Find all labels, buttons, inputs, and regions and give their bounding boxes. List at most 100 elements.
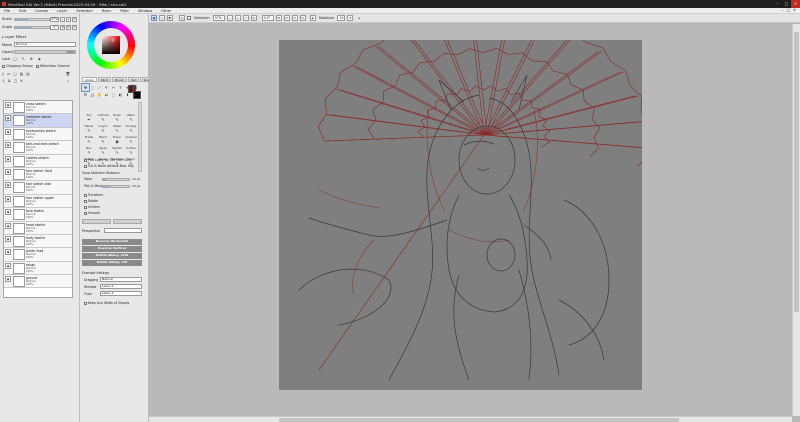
zoom-box[interactable]: 37% [212,15,225,21]
select-all-button[interactable]: ▦ [151,15,157,21]
merge-down-icon[interactable]: ⇊ [8,79,11,83]
keep-width-checkbox[interactable] [84,301,87,305]
scale-slider[interactable] [14,18,50,21]
rotate-option[interactable]: Rotate [84,199,98,203]
brush-preset[interactable]: AirBrush ✎ [96,114,110,125]
lasso-icon[interactable]: ⟋ [96,84,103,91]
gradient-icon[interactable]: ◐ [117,91,124,98]
lock-icons[interactable]: □ ✎ ⊕ ◈ [13,57,43,61]
pick-move-slider[interactable] [102,185,130,188]
show-selection-button[interactable]: ◫ [179,15,185,21]
angle-value[interactable]: 0° [50,25,59,30]
rotate-ccw-button[interactable]: Rotate 90deg. CCW [82,253,142,259]
transform-checkbox[interactable] [84,193,87,197]
eye-icon[interactable]: ◉ [5,182,11,189]
brush-preset[interactable]: Pastel ✎ [110,125,124,136]
brush-preset[interactable]: Water ✎ [124,114,138,125]
menu-icon[interactable]: ☰ [82,91,89,98]
eye-icon[interactable]: ◉ [5,222,11,229]
reverse-vertical-button[interactable]: Reverse Vertical [82,246,142,252]
close-button[interactable]: ✕ [791,0,800,8]
layer-row[interactable]: ◉ hair sketch upper Normal 100% [4,194,72,209]
pen-tool-icon[interactable]: ✎ [103,84,110,91]
menu-edit[interactable]: Edit [19,9,26,13]
zoom-fit-icon[interactable]: ⤢ [242,15,249,21]
eye-icon[interactable]: ◉ [5,276,11,283]
transform-option[interactable]: Transform [84,193,103,197]
drawing-canvas[interactable] [279,24,650,390]
cut-icon[interactable]: ✂ [110,84,117,91]
brush-preset[interactable]: Crayon ✎ [96,125,110,136]
clear-layer-icon[interactable]: ◻ [14,79,17,83]
menu-file[interactable]: File [4,9,10,13]
rotate-checkbox[interactable] [84,199,87,203]
tab-paint[interactable]: Paint [97,77,112,82]
eye-icon[interactable]: ◉ [5,209,11,216]
doc-close-button[interactable]: ✕ [793,8,796,12]
move-tool-icon[interactable]: ✥ [81,83,90,92]
hand-icon[interactable]: ✋ [96,91,103,98]
eye-icon[interactable]: ◉ [5,102,11,108]
layer-effect-row[interactable]: ▸ Layer Effect [2,35,26,39]
brush-preset[interactable]: Outline ✎ [124,147,138,158]
eye-icon[interactable]: ◉ [5,115,11,122]
layer-row[interactable]: ◉ rough Normal 100% [4,261,72,276]
search-icon[interactable]: ⌕ [67,79,69,83]
brush-preset[interactable]: Marker ✎ [82,125,96,136]
text-icon[interactable]: T [117,84,124,91]
frame-icon[interactable]: ⬚ [110,91,117,98]
menu-ruler[interactable]: Ruler [102,9,111,13]
stabilizer-box[interactable]: 15 [337,15,346,21]
cut-move-option[interactable]: Cut & Move without Mod. Key [84,164,134,168]
cancel-button[interactable] [113,219,142,224]
zoom-actual-icon[interactable]: ◎ [250,15,257,21]
eye-icon[interactable]: ◉ [5,235,11,242]
pick-layer-checkbox[interactable] [84,158,87,162]
fill-icon[interactable]: ⬛ [131,84,138,91]
rotate-right-button[interactable]: ⟳ [66,25,71,30]
window-select[interactable]: Lasso 2 [100,284,142,289]
ok-button[interactable] [82,219,111,224]
stabilizer-dropdown-icon[interactable]: ▾ [347,15,354,21]
eye-icon[interactable]: ◉ [5,142,11,149]
angle-box[interactable]: 0.0° [261,15,274,21]
transform-icon[interactable]: ◳ [89,91,96,98]
layer-row[interactable]: ◉ head sketch Normal 100% [4,221,72,235]
layer-row[interactable]: ◉ guide lines Normal 100% [4,248,72,262]
layer-row-selected[interactable]: ◉ umbrella sketch Normal 100% [4,114,72,128]
mode-select[interactable]: Normal [14,42,76,47]
tab-pen2[interactable]: Pen 2 [127,77,140,87]
rotate-reset-icon[interactable]: ↺ [291,15,298,21]
doc-restore-button[interactable]: □ [787,8,790,12]
horizontal-scroll-thumb[interactable] [279,418,679,422]
rect-select-icon[interactable]: ⬚ [89,84,96,91]
brush-preset[interactable]: Spray ✎ [96,147,110,158]
uniform-option[interactable]: Uniform [84,205,100,209]
smooth-checkbox[interactable] [84,211,87,215]
clipping-checkbox[interactable] [2,64,5,68]
zoom-out-button[interactable]: - [60,17,65,22]
layer-row[interactable]: ◉ hair sketch side Normal 100% [4,181,72,195]
rotate-ccw-icon[interactable]: ⟲ [275,15,282,21]
brush-preset[interactable]: Bristle ✎ [82,136,96,147]
shape-icon[interactable]: ◆ [131,91,138,98]
new-vector-icon[interactable]: ▥ [20,72,23,76]
layer-row[interactable]: ◉ face sketch Normal 100% [4,208,72,222]
brush-preset[interactable]: Brush ✎ [110,114,124,125]
rotate-left-button[interactable]: ⟲ [60,25,65,30]
angle-slider[interactable] [14,26,50,29]
layer-row[interactable]: ◉ accessories sketch Normal 100% [4,127,72,142]
brush-preset[interactable]: Blur ✎ [82,147,96,158]
keep-width-option[interactable]: Keep Line Width of Shapes [84,301,129,305]
eyedropper-icon[interactable]: ⌖ [124,84,131,91]
brush-preset[interactable]: Sparkle ✎ [110,147,124,158]
layer-row[interactable]: ◉ body sketch Normal 100% [4,234,72,249]
folder-icon[interactable]: ▤ [26,72,29,76]
brush-preset[interactable]: Blend ✎ [96,136,110,147]
brush-preset[interactable]: Gradient ✎ [124,136,138,147]
selection-checkbox[interactable] [187,16,191,20]
rotate-cw-icon[interactable]: ⟳ [283,15,290,21]
cut-move-checkbox[interactable] [84,164,87,168]
doc-minimize-button[interactable]: – [782,8,784,12]
menu-canvas[interactable]: Canvas [35,9,48,13]
